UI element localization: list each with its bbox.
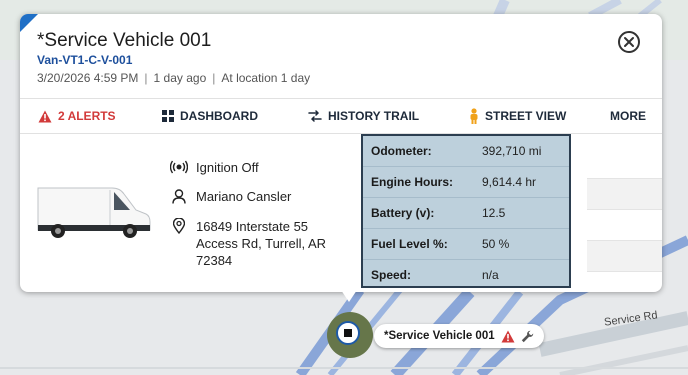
address-line-3: 72384 [196,253,233,268]
warning-icon [38,110,52,123]
tab-alerts[interactable]: 2 ALERTS [38,99,116,133]
stat-row-fuel-level: Fuel Level %: 50 % [363,229,569,260]
close-button[interactable] [618,31,640,53]
wrench-icon [521,330,534,343]
history-trail-icon [308,110,322,122]
stat-row-engine-hours: Engine Hours: 9,614.4 hr [363,167,569,198]
tab-street-view-label: STREET VIEW [485,109,567,123]
street-view-pegman-icon [469,108,479,124]
dashboard-grid-icon [162,110,174,122]
meta-separator: | [144,71,148,85]
vehicle-stop-icon [336,321,360,345]
tab-more-label: MORE [610,109,646,123]
vehicle-meta: 3/20/2026 4:59 PM | 1 day ago | At location … [37,71,310,85]
address-info: 16849 Interstate 55 Access Rd, Turrell, … [170,218,326,269]
driver-info: Mariano Cansler [170,189,291,204]
tab-history-label: HISTORY TRAIL [328,109,420,123]
stat-label: Fuel Level %: [371,237,448,251]
stat-value: 50 % [482,237,510,251]
vehicle-map-label[interactable]: *Service Vehicle 001 [374,324,544,348]
vehicle-image [37,187,151,238]
tab-street-view[interactable]: STREET VIEW [469,99,566,133]
stat-value: 9,614.4 hr [482,175,537,189]
stat-label: Speed: [371,268,412,282]
ignition-status: Ignition Off [170,160,259,175]
driver-name: Mariano Cansler [196,189,292,204]
meta-separator: | [212,71,216,85]
warning-icon [501,330,515,343]
address-lines: 16849 Interstate 55 Access Rd, Turrell, … [196,218,326,269]
address-line-1: 16849 Interstate 55 [196,219,309,234]
vehicle-id-link[interactable]: Van-VT1-C-V-001 [37,53,132,67]
stat-value: n/a [482,268,499,282]
stat-label: Engine Hours: [371,175,454,189]
tab-history-trail[interactable]: HISTORY TRAIL [308,99,419,133]
popup-pointer [341,290,357,302]
address-line-2: Access Rd, Turrell, AR [196,236,327,251]
stat-value: 392,710 mi [482,144,542,158]
tab-alerts-label: 2 ALERTS [58,109,116,123]
vehicle-age: 1 day ago [153,71,207,85]
tab-more[interactable]: MORE [610,99,646,133]
stats-row-extension [587,148,662,292]
vehicle-marker[interactable] [327,312,373,358]
vehicle-datetime: 3/20/2026 4:59 PM [37,71,139,85]
close-icon [624,37,634,47]
location-pin-icon [170,218,188,234]
stat-row-battery: Battery (v): 12.5 [363,198,569,229]
card-corner-marker [20,14,38,32]
stat-value: 12.5 [482,206,506,220]
vehicle-map-label-text: *Service Vehicle 001 [384,330,495,342]
ignition-icon [170,160,188,174]
stat-row-speed: Speed: n/a [363,260,569,290]
stat-row-odometer: Odometer: 392,710 mi [363,136,569,167]
tab-dashboard-label: DASHBOARD [180,109,258,123]
ignition-text: Ignition Off [196,160,259,175]
vehicle-title: *Service Vehicle 001 [37,30,212,51]
person-icon [170,189,188,204]
vehicle-location-status: At location 1 day [221,71,311,85]
stats-table: Odometer: 392,710 mi Engine Hours: 9,614… [361,134,571,288]
tab-dashboard[interactable]: DASHBOARD [162,99,258,133]
stat-label: Battery (v): [371,206,435,220]
action-tabs: 2 ALERTS DASHBOARD HISTORY TRAIL STREET … [20,98,662,134]
stat-label: Odometer: [371,144,432,158]
